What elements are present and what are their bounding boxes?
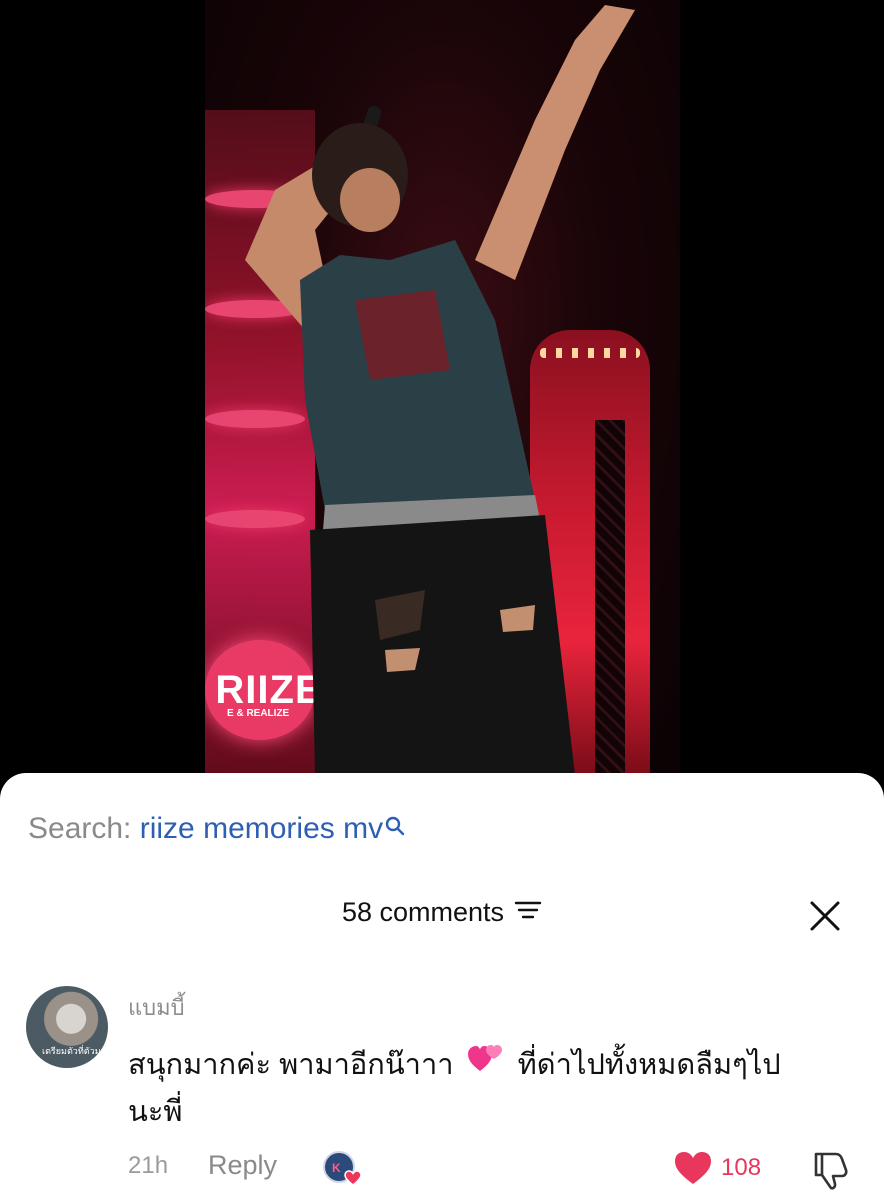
comment-text-part1: สนุกมากค่ะ พามาอีกน๊าาา: [128, 1049, 454, 1081]
comments-header: 58 comments: [0, 897, 884, 928]
close-button[interactable]: [805, 896, 845, 936]
avatar-tag: เตรียมตัวที่ตัวมาก: [42, 1046, 108, 1056]
comment-text-part2: ที่ด่าไปทั้งหมดลืมๆไป: [517, 1049, 781, 1081]
search-term-link[interactable]: riize memories mv: [140, 812, 383, 845]
like-button[interactable]: 108: [673, 1150, 761, 1186]
avatar[interactable]: เตรียมตัวที่ตัวมาก: [26, 986, 108, 1068]
performer-figure: [245, 5, 635, 775]
comment-text: สนุกมากค่ะ พามาอีกน๊าาา ที่ด่าไปทั้งหมดล…: [128, 1040, 858, 1091]
search-prefix: Search:: [28, 812, 140, 845]
search-suggestion[interactable]: Search: riize memories mv: [28, 812, 405, 846]
video-frame[interactable]: RIIZE E & REALIZE: [205, 0, 680, 775]
svg-text:K: K: [332, 1161, 341, 1175]
reply-button[interactable]: Reply: [208, 1150, 277, 1181]
comment-username[interactable]: แบมบี้: [128, 990, 185, 1025]
close-icon: [810, 901, 840, 931]
sort-icon[interactable]: [514, 897, 542, 928]
video-player[interactable]: RIIZE E & REALIZE: [0, 0, 884, 800]
comment-time: 21h: [128, 1152, 169, 1179]
hearts-emoji-icon: [467, 1041, 504, 1091]
creator-liked-badge: K: [322, 1150, 362, 1188]
thumbs-down-icon: [814, 1152, 848, 1190]
heart-icon: [675, 1152, 711, 1184]
search-icon: [385, 810, 405, 844]
comment-text-line2: นะพี่: [128, 1096, 183, 1128]
comments-count: 58 comments: [341, 897, 505, 927]
like-count: 108: [721, 1154, 762, 1181]
dislike-button[interactable]: [808, 1148, 852, 1192]
